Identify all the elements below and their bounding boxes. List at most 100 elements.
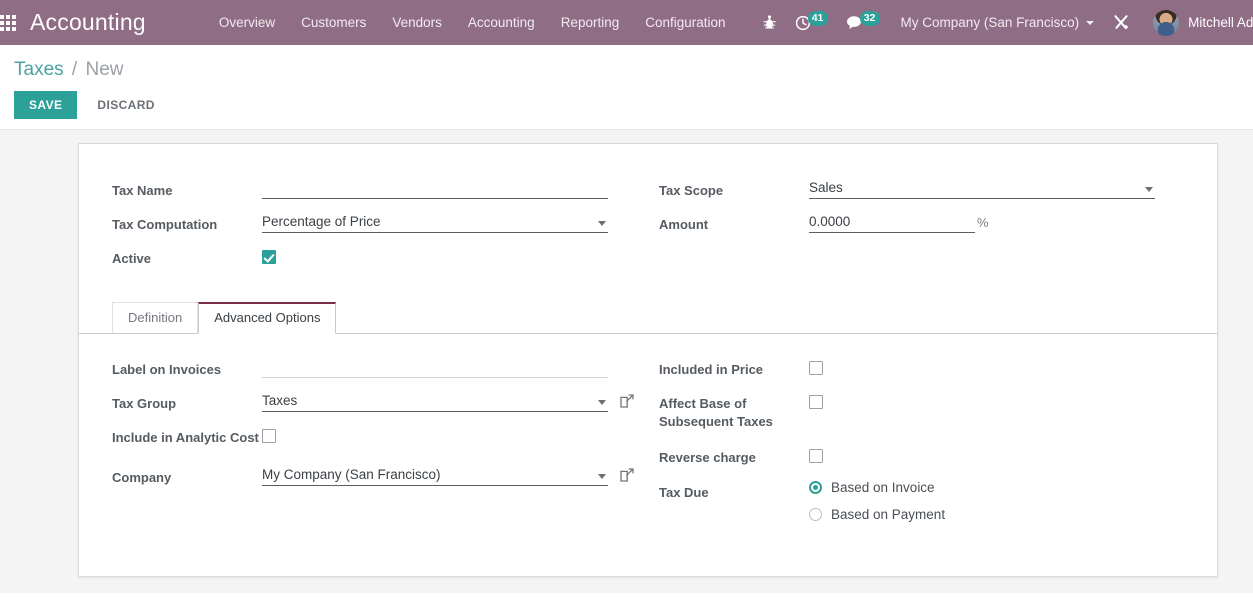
activities-menu[interactable]: 41 [786, 0, 837, 45]
tools-icon[interactable] [1104, 0, 1139, 45]
notebook-tabs: Definition Advanced Options [79, 302, 1217, 334]
company-switcher-label: My Company (San Francisco) [900, 15, 1080, 30]
form-column-right: Tax Scope Amount % [648, 178, 1217, 280]
field-label-tax-name: Tax Name [112, 183, 173, 198]
field-value-tax-name [262, 178, 648, 200]
field-label-tax-computation: Tax Computation [112, 217, 218, 232]
menu-item-customers[interactable]: Customers [288, 0, 379, 45]
app-brand-title[interactable]: Accounting [16, 9, 156, 36]
breadcrumb-separator: / [71, 59, 78, 80]
field-affect-base: Affect Base of Subsequent Taxes [659, 391, 1217, 431]
field-label-company: Company [112, 470, 172, 485]
field-value-tax-due: Based on Invoice Based on Payment [809, 480, 1217, 534]
tax-name-input[interactable] [262, 178, 608, 199]
included-in-price-checkbox[interactable] [809, 361, 823, 375]
form-column-left: Tax Name Tax Computation Acti [79, 178, 648, 280]
active-checkbox[interactable] [262, 250, 276, 264]
advanced-column-right: Included in Price Affect Base of Subsequ… [648, 357, 1217, 542]
field-company: Company [112, 465, 648, 491]
reverse-charge-checkbox[interactable] [809, 449, 823, 463]
amount-input[interactable] [809, 212, 975, 233]
field-label-reverse-charge: Reverse charge [659, 450, 756, 465]
breadcrumb-taxes[interactable]: Taxes [14, 59, 64, 80]
apps-grid-glyph [0, 14, 16, 31]
tab-panel-advanced-options: Label on Invoices Tax Group Taxes Includ… [79, 334, 1217, 542]
field-tax-scope: Tax Scope [659, 178, 1217, 204]
field-label-tax-group: Tax Group [112, 396, 177, 411]
external-link-icon-company[interactable] [620, 468, 634, 482]
field-value-tax-scope [809, 178, 1217, 200]
tab-advanced-options[interactable]: Advanced Options [198, 302, 337, 334]
field-value-active [262, 246, 648, 268]
company-switcher[interactable]: My Company (San Francisco) [889, 0, 1105, 45]
field-label-amount: Amount [659, 217, 709, 232]
avatar[interactable] [1153, 9, 1180, 36]
field-value-reverse-charge [809, 445, 1217, 467]
field-label-affect-base: Affect Base of Subsequent Taxes [659, 396, 773, 429]
tax-group-select[interactable] [262, 391, 608, 412]
tax-computation-value[interactable] [262, 212, 608, 233]
field-label-active: Active [112, 251, 152, 266]
tax-scope-select[interactable] [809, 178, 1155, 199]
affect-base-checkbox[interactable] [809, 395, 823, 409]
save-button[interactable]: SAVE [14, 91, 78, 119]
tax-computation-select[interactable] [262, 212, 608, 233]
field-tax-name: Tax Name [112, 178, 648, 204]
field-label-tax-due: Tax Due [659, 485, 709, 500]
radio-icon-based-on-invoice[interactable] [809, 481, 822, 494]
external-link-icon-tax-group[interactable] [620, 394, 634, 408]
field-label-include-in-analytic-cost: Include in Analytic Cost [112, 430, 259, 445]
company-value[interactable] [262, 465, 608, 486]
radio-label-based-on-payment: Based on Payment [831, 507, 946, 522]
breadcrumb-current: New [85, 59, 124, 80]
messages-menu[interactable]: 32 [837, 0, 889, 45]
tax-group-value[interactable] [262, 391, 608, 412]
record-action-buttons: SAVE DISCARD [0, 83, 1253, 119]
top-navbar: Accounting Overview Customers Vendors Ac… [0, 0, 1253, 45]
menu-item-configuration[interactable]: Configuration [632, 0, 738, 45]
label-on-invoices-input[interactable] [262, 357, 608, 378]
advanced-column-left: Label on Invoices Tax Group Taxes Includ… [79, 357, 648, 542]
field-tax-group: Tax Group [112, 391, 648, 417]
field-include-in-analytic-cost: Include in Analytic Cost [112, 425, 648, 451]
form-sheet: Tax Name Tax Computation Acti [78, 143, 1218, 577]
menu-item-vendors[interactable]: Vendors [379, 0, 455, 45]
breadcrumb: Taxes / New [0, 57, 1253, 83]
field-label-tax-scope: Tax Scope [659, 183, 724, 198]
activities-count-badge: 41 [807, 10, 828, 26]
main-menu: Overview Customers Vendors Accounting Re… [206, 0, 739, 45]
discard-button[interactable]: DISCARD [83, 91, 168, 119]
user-menu-label[interactable]: Mitchell Admin (anton [1188, 15, 1253, 30]
field-reverse-charge: Reverse charge [659, 445, 1217, 471]
main-form-group: Tax Name Tax Computation Acti [79, 144, 1217, 280]
field-value-tax-group [262, 391, 648, 413]
field-tax-due: Tax Due Based on Invoice Based on Paymen… [659, 480, 1217, 534]
field-value-label-on-invoices [262, 357, 648, 379]
bug-icon[interactable] [753, 0, 786, 45]
field-value-amount: % [809, 212, 1217, 234]
field-value-affect-base [809, 391, 1217, 413]
menu-item-overview[interactable]: Overview [206, 0, 288, 45]
menu-item-accounting[interactable]: Accounting [455, 0, 548, 45]
radio-icon-based-on-payment[interactable] [809, 508, 822, 521]
field-value-tax-computation [262, 212, 648, 234]
field-label-on-invoices: Label on Invoices [112, 357, 648, 383]
include-in-analytic-cost-checkbox[interactable] [262, 429, 276, 443]
form-background: Tax Name Tax Computation Acti [0, 130, 1253, 593]
control-panel: Taxes / New SAVE DISCARD [0, 45, 1253, 130]
field-included-in-price: Included in Price [659, 357, 1217, 383]
field-amount: Amount % [659, 212, 1217, 238]
field-value-include-in-analytic-cost [262, 425, 648, 447]
tab-definition[interactable]: Definition [112, 302, 199, 334]
radio-option-based-on-invoice[interactable]: Based on Invoice [809, 480, 1217, 495]
apps-grid-icon[interactable] [0, 0, 16, 45]
tax-scope-value[interactable] [809, 178, 1155, 199]
field-value-included-in-price [809, 357, 1217, 379]
company-select[interactable] [262, 465, 608, 486]
amount-percent-suffix: % [977, 215, 989, 230]
field-value-company [262, 465, 648, 487]
radio-option-based-on-payment[interactable]: Based on Payment [809, 507, 1217, 522]
chevron-down-icon [1086, 20, 1095, 25]
field-tax-computation: Tax Computation [112, 212, 648, 238]
menu-item-reporting[interactable]: Reporting [548, 0, 633, 45]
